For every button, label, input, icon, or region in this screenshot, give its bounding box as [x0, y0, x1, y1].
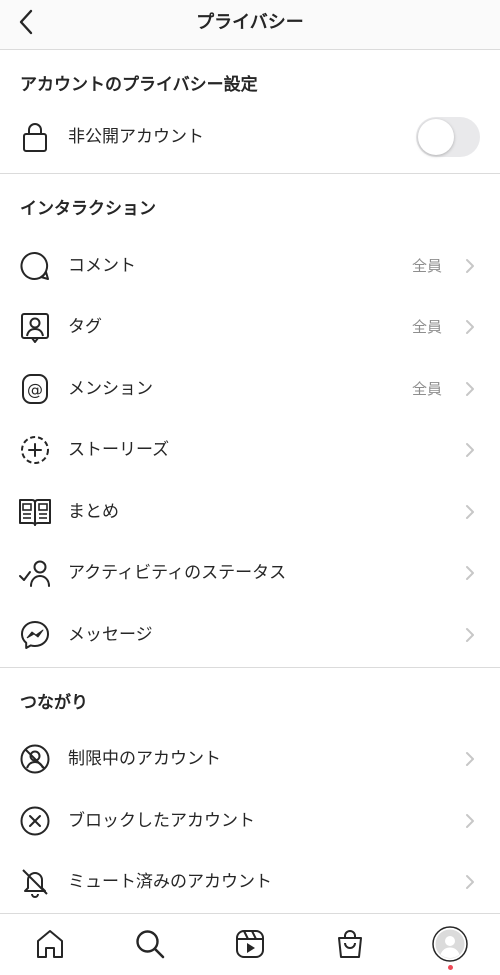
- interaction-item-stories[interactable]: ストーリーズ: [0, 420, 500, 480]
- page-title: プライバシー: [196, 12, 304, 33]
- section-title-interaction: インタラクション: [20, 199, 156, 219]
- tab-search[interactable]: [130, 924, 170, 964]
- muted-bell-icon: [18, 865, 52, 899]
- connection-item-restricted[interactable]: 制限中のアカウント: [0, 729, 500, 789]
- private-account-toggle[interactable]: [416, 117, 480, 157]
- mention-icon: @: [18, 372, 52, 406]
- shopping-bag-icon: [338, 930, 362, 958]
- guide-book-icon: [18, 495, 52, 529]
- connection-item-muted[interactable]: ミュート済みのアカウント: [0, 852, 500, 912]
- interaction-item-guides[interactable]: まとめ: [0, 482, 500, 542]
- notification-dot: [448, 965, 453, 970]
- chevron-right-icon: [466, 505, 474, 519]
- interaction-item-value: 全員: [411, 257, 442, 275]
- interaction-item-value: 全員: [411, 318, 442, 336]
- messenger-icon: [18, 618, 52, 652]
- tab-reels[interactable]: [230, 924, 270, 964]
- blocked-icon: [18, 804, 52, 838]
- chevron-right-icon: [466, 752, 474, 766]
- reels-icon: [236, 930, 264, 958]
- search-icon: [136, 930, 165, 959]
- interaction-item-value: 全員: [411, 380, 442, 398]
- home-icon: [37, 930, 63, 958]
- chevron-right-icon: [466, 875, 474, 889]
- interaction-item-label: まとめ: [68, 502, 119, 522]
- tab-shop[interactable]: [330, 924, 370, 964]
- tab-profile[interactable]: [430, 924, 470, 964]
- divider: [0, 667, 500, 668]
- section-title-connections: つながり: [20, 693, 88, 713]
- divider: [0, 173, 500, 174]
- toggle-knob: [418, 119, 454, 155]
- interaction-item-messages[interactable]: メッセージ: [0, 605, 500, 665]
- connection-item-blocked[interactable]: ブロックしたアカウント: [0, 791, 500, 851]
- lock-icon: [18, 120, 52, 154]
- connection-item-label: 制限中のアカウント: [68, 749, 221, 769]
- bottom-tab-bar: [0, 913, 500, 975]
- interaction-item-mentions[interactable]: @ メンション 全員: [0, 359, 500, 419]
- interaction-item-activity-status[interactable]: アクティビティのステータス: [0, 543, 500, 603]
- chevron-right-icon: [466, 382, 474, 396]
- interaction-item-label: アクティビティのステータス: [68, 563, 287, 583]
- interaction-item-label: メッセージ: [68, 625, 153, 645]
- chevron-right-icon: [466, 320, 474, 334]
- profile-avatar: [432, 926, 468, 962]
- interaction-item-comments[interactable]: コメント 全員: [0, 236, 500, 296]
- restricted-icon: [18, 742, 52, 776]
- chevron-right-icon: [466, 443, 474, 457]
- story-plus-icon: [18, 433, 52, 467]
- interaction-item-label: タグ: [68, 317, 102, 337]
- private-account-row: 非公開アカウント: [0, 107, 500, 167]
- svg-text:@: @: [27, 380, 43, 399]
- section-title-account-privacy: アカウントのプライバシー設定: [20, 75, 258, 95]
- interaction-item-label: コメント: [68, 256, 136, 276]
- private-account-label: 非公開アカウント: [68, 127, 204, 147]
- chevron-right-icon: [466, 628, 474, 642]
- interaction-item-tags[interactable]: タグ 全員: [0, 297, 500, 357]
- chevron-right-icon: [466, 814, 474, 828]
- tag-icon: [18, 310, 52, 344]
- activity-status-icon: [18, 556, 52, 590]
- comment-icon: [18, 249, 52, 283]
- connection-item-label: ブロックしたアカウント: [68, 811, 255, 831]
- interaction-item-label: ストーリーズ: [68, 440, 170, 460]
- top-nav-bar: プライバシー: [0, 0, 500, 50]
- connection-item-label: ミュート済みのアカウント: [68, 872, 272, 892]
- tab-home[interactable]: [30, 924, 70, 964]
- chevron-right-icon: [466, 566, 474, 580]
- chevron-right-icon: [466, 259, 474, 273]
- interaction-item-label: メンション: [68, 379, 153, 399]
